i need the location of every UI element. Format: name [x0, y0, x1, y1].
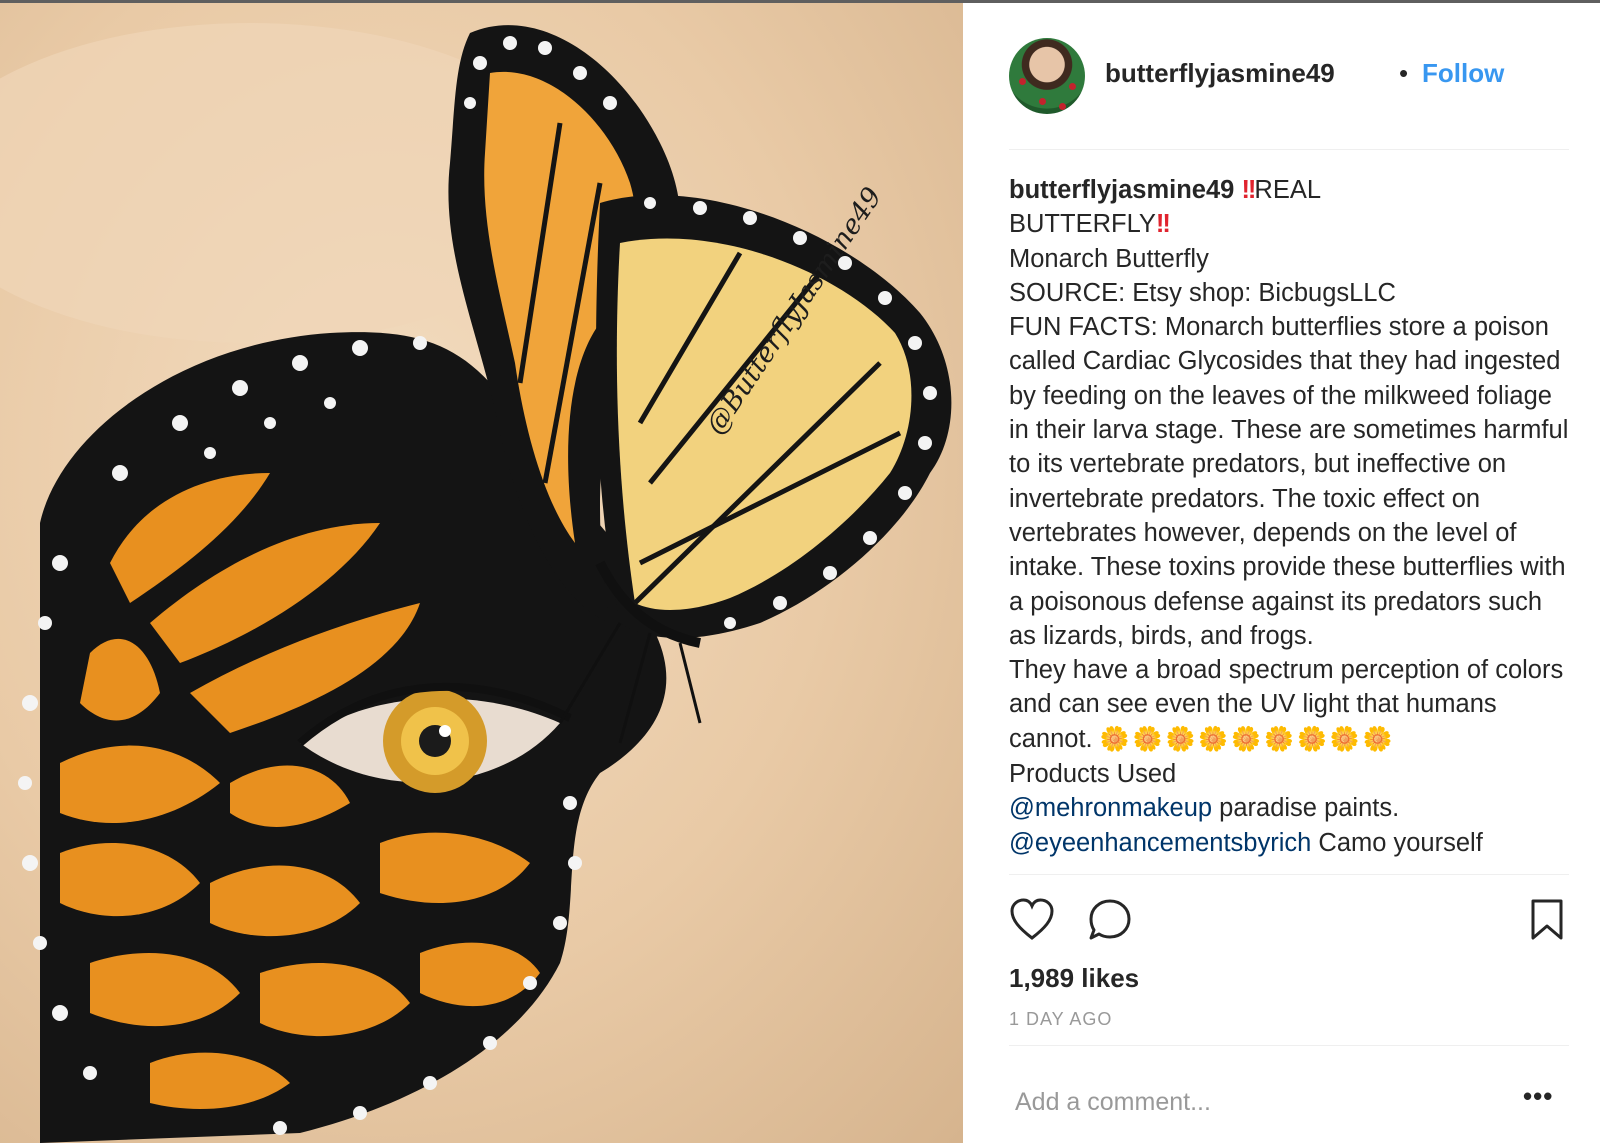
- caption-divider: [1009, 874, 1569, 875]
- caption-source: SOURCE: Etsy shop: BicbugsLLC: [1009, 278, 1396, 307]
- caption-line3: Monarch Butterfly: [1009, 244, 1209, 273]
- follow-button[interactable]: Follow: [1422, 58, 1504, 89]
- butterfly-eye-makeup-illustration: [0, 23, 952, 1143]
- caption-fun-facts: FUN FACTS: Monarch butterflies store a p…: [1009, 313, 1569, 650]
- caption-line1-suffix: REAL: [1254, 176, 1322, 204]
- double-exclamation-icon: !!: [1241, 176, 1256, 204]
- mention-link[interactable]: @eyeenhancementsbyrich: [1009, 829, 1311, 857]
- caption-username[interactable]: butterflyjasmine49: [1009, 176, 1234, 204]
- heart-icon[interactable]: [1009, 898, 1055, 947]
- double-exclamation-icon: !!: [1155, 210, 1171, 239]
- mention-link[interactable]: @mehronmakeup: [1009, 794, 1212, 822]
- header-divider: [1009, 149, 1569, 150]
- header-separator: •: [1399, 58, 1409, 88]
- caption-line2: BUTTERFLY: [1009, 210, 1156, 239]
- comment-input[interactable]: [1013, 1081, 1487, 1123]
- post-caption: butterflyjasmine49 !!REAL BUTTERFLY!! Mo…: [1009, 173, 1569, 875]
- flower-emoji-row: 🌼🌼🌼🌼🌼🌼🌼🌼🌼: [1099, 725, 1396, 753]
- post-image[interactable]: @ButterflyJasmine49: [0, 3, 963, 1143]
- caption-products-label: Products Used: [1009, 760, 1177, 789]
- comment-bubble-icon[interactable]: [1087, 898, 1133, 947]
- comment-divider: [1009, 1045, 1569, 1046]
- more-options-icon[interactable]: •••: [1523, 1081, 1553, 1112]
- post-timestamp: 1 DAY AGO: [1009, 1009, 1113, 1029]
- post-actions: [1009, 898, 1569, 946]
- header-username[interactable]: butterflyjasmine49: [1105, 58, 1335, 89]
- mention-suffix: paradise paints.: [1212, 794, 1400, 823]
- like-count[interactable]: 1,989 likes: [1009, 963, 1139, 994]
- bookmark-icon[interactable]: [1529, 898, 1565, 947]
- mention-suffix: Camo yourself: [1311, 828, 1483, 857]
- post-details-panel: butterflyjasmine49 • Follow butterflyjas…: [963, 3, 1600, 1143]
- avatar[interactable]: [1009, 38, 1085, 114]
- post-header: butterflyjasmine49 • Follow: [1009, 38, 1569, 114]
